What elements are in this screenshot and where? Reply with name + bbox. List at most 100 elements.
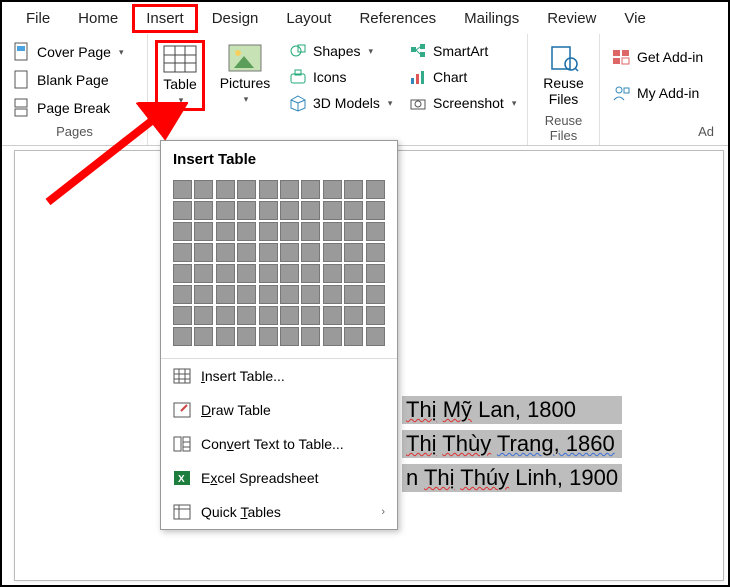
grid-cell[interactable]: [173, 327, 192, 346]
get-addins-button[interactable]: Get Add-in: [608, 46, 706, 68]
tab-layout[interactable]: Layout: [272, 4, 345, 33]
grid-cell[interactable]: [301, 285, 320, 304]
grid-cell[interactable]: [259, 306, 278, 325]
menu-draw-table[interactable]: Draw Table: [161, 393, 397, 427]
3d-models-button[interactable]: 3D Models▾: [286, 92, 395, 114]
page-break-button[interactable]: Page Break: [10, 96, 126, 120]
grid-cell[interactable]: [237, 243, 256, 262]
my-addins-button[interactable]: My Add-in: [608, 82, 706, 104]
doc-line-2[interactable]: Thị Thùy Trang, 1860: [402, 430, 622, 458]
grid-cell[interactable]: [194, 264, 213, 283]
cover-page-button[interactable]: Cover Page ▾: [10, 40, 126, 64]
grid-cell[interactable]: [216, 285, 235, 304]
grid-cell[interactable]: [301, 327, 320, 346]
grid-cell[interactable]: [194, 201, 213, 220]
menu-convert-text[interactable]: Convert Text to Table...: [161, 427, 397, 461]
tab-insert[interactable]: Insert: [132, 4, 198, 33]
grid-cell[interactable]: [301, 222, 320, 241]
grid-cell[interactable]: [366, 327, 385, 346]
grid-cell[interactable]: [301, 180, 320, 199]
grid-cell[interactable]: [173, 201, 192, 220]
tab-file[interactable]: File: [12, 4, 64, 33]
grid-cell[interactable]: [173, 180, 192, 199]
grid-cell[interactable]: [259, 201, 278, 220]
grid-cell[interactable]: [344, 306, 363, 325]
grid-cell[interactable]: [216, 327, 235, 346]
grid-cell[interactable]: [323, 180, 342, 199]
grid-cell[interactable]: [173, 222, 192, 241]
tab-home[interactable]: Home: [64, 4, 132, 33]
grid-cell[interactable]: [216, 264, 235, 283]
grid-cell[interactable]: [344, 180, 363, 199]
grid-cell[interactable]: [366, 222, 385, 241]
grid-cell[interactable]: [344, 285, 363, 304]
grid-cell[interactable]: [366, 306, 385, 325]
tab-view[interactable]: Vie: [610, 4, 659, 33]
grid-cell[interactable]: [194, 222, 213, 241]
grid-cell[interactable]: [366, 285, 385, 304]
grid-cell[interactable]: [237, 327, 256, 346]
doc-line-3[interactable]: n Thị Thúy Linh, 1900: [402, 464, 622, 492]
grid-cell[interactable]: [259, 222, 278, 241]
grid-cell[interactable]: [259, 243, 278, 262]
icons-button[interactable]: Icons: [286, 66, 395, 88]
grid-cell[interactable]: [237, 264, 256, 283]
smartart-button[interactable]: SmartArt: [406, 40, 519, 62]
grid-cell[interactable]: [194, 243, 213, 262]
grid-cell[interactable]: [259, 180, 278, 199]
grid-cell[interactable]: [237, 285, 256, 304]
pictures-button[interactable]: Pictures ▾: [214, 40, 277, 109]
table-grid-picker[interactable]: [161, 176, 397, 358]
grid-cell[interactable]: [344, 201, 363, 220]
grid-cell[interactable]: [280, 285, 299, 304]
grid-cell[interactable]: [194, 306, 213, 325]
grid-cell[interactable]: [366, 243, 385, 262]
grid-cell[interactable]: [323, 201, 342, 220]
tab-mailings[interactable]: Mailings: [450, 4, 533, 33]
menu-excel[interactable]: X Excel Spreadsheet: [161, 461, 397, 495]
grid-cell[interactable]: [173, 243, 192, 262]
grid-cell[interactable]: [216, 201, 235, 220]
grid-cell[interactable]: [216, 306, 235, 325]
grid-cell[interactable]: [301, 243, 320, 262]
chart-button[interactable]: Chart: [406, 66, 519, 88]
grid-cell[interactable]: [323, 285, 342, 304]
grid-cell[interactable]: [173, 264, 192, 283]
reuse-files-button[interactable]: Reuse Files: [537, 40, 589, 111]
grid-cell[interactable]: [216, 180, 235, 199]
grid-cell[interactable]: [301, 264, 320, 283]
grid-cell[interactable]: [301, 306, 320, 325]
grid-cell[interactable]: [323, 222, 342, 241]
grid-cell[interactable]: [259, 327, 278, 346]
grid-cell[interactable]: [344, 222, 363, 241]
grid-cell[interactable]: [323, 243, 342, 262]
grid-cell[interactable]: [280, 180, 299, 199]
grid-cell[interactable]: [323, 306, 342, 325]
grid-cell[interactable]: [194, 327, 213, 346]
grid-cell[interactable]: [344, 264, 363, 283]
grid-cell[interactable]: [280, 306, 299, 325]
grid-cell[interactable]: [194, 180, 213, 199]
grid-cell[interactable]: [259, 285, 278, 304]
grid-cell[interactable]: [237, 306, 256, 325]
menu-quick-tables[interactable]: Quick Tables ›: [161, 495, 397, 529]
table-button[interactable]: Table ▾: [155, 40, 205, 111]
grid-cell[interactable]: [366, 180, 385, 199]
screenshot-button[interactable]: Screenshot▾: [406, 92, 519, 114]
tab-design[interactable]: Design: [198, 4, 273, 33]
shapes-button[interactable]: Shapes▾: [286, 40, 395, 62]
grid-cell[interactable]: [280, 222, 299, 241]
grid-cell[interactable]: [280, 243, 299, 262]
grid-cell[interactable]: [301, 201, 320, 220]
grid-cell[interactable]: [237, 201, 256, 220]
grid-cell[interactable]: [173, 306, 192, 325]
grid-cell[interactable]: [237, 180, 256, 199]
grid-cell[interactable]: [344, 327, 363, 346]
grid-cell[interactable]: [216, 222, 235, 241]
grid-cell[interactable]: [344, 243, 363, 262]
grid-cell[interactable]: [259, 264, 278, 283]
grid-cell[interactable]: [280, 327, 299, 346]
grid-cell[interactable]: [323, 264, 342, 283]
grid-cell[interactable]: [323, 327, 342, 346]
grid-cell[interactable]: [280, 264, 299, 283]
